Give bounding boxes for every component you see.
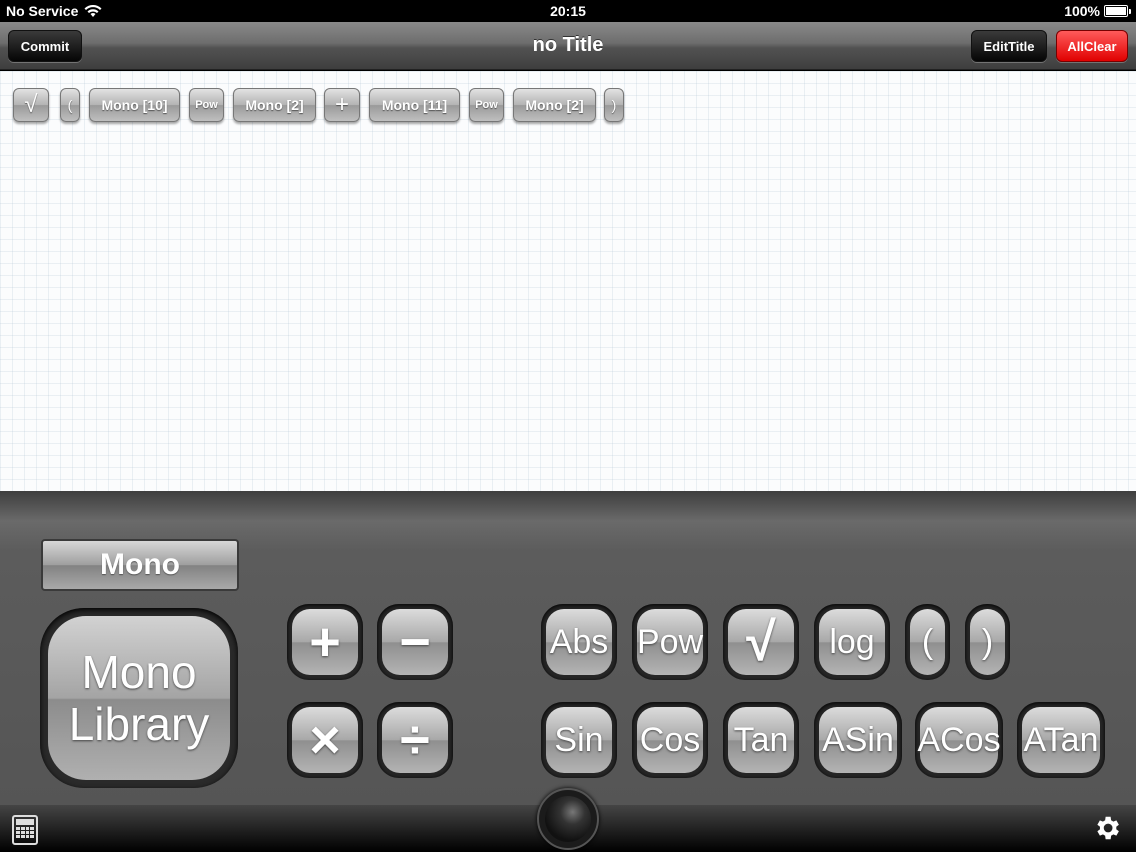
token-mono[interactable]: Mono [11] [369, 88, 460, 122]
token-sqrt[interactable]: √ [13, 88, 49, 122]
calculator-icon[interactable] [12, 815, 38, 845]
token-mono[interactable]: Mono [2] [233, 88, 316, 122]
mono-library-face: Mono Library [48, 616, 230, 780]
times-key[interactable]: × [287, 702, 363, 778]
abs-key-label: Abs [546, 609, 612, 675]
plus-key[interactable]: + [287, 604, 363, 680]
close-paren-key[interactable]: ) [965, 604, 1010, 680]
asin-key[interactable]: ASin [814, 702, 902, 778]
tan-key-label: Tan [728, 707, 794, 773]
mono-library-button[interactable]: Mono Library [40, 608, 238, 788]
all-clear-button[interactable]: AllClear [1056, 30, 1128, 62]
library-label-line1: Mono [81, 646, 197, 698]
mono-tab-button[interactable]: Mono [41, 539, 239, 591]
cos-key[interactable]: Cos [632, 702, 708, 778]
acos-key[interactable]: ACos [915, 702, 1003, 778]
open-paren-key-label: ( [910, 609, 945, 675]
expression-canvas[interactable]: √ ( Mono [10] Pow Mono [2] + Mono [11] P… [0, 71, 1136, 491]
asin-key-label: ASin [819, 707, 897, 773]
sin-key[interactable]: Sin [541, 702, 617, 778]
token-open-paren[interactable]: ( [60, 88, 80, 122]
close-paren-key-label: ) [970, 609, 1005, 675]
abs-key[interactable]: Abs [541, 604, 617, 680]
keyboard-panel: Mono Mono Library + − × ÷ Abs Pow √ log … [0, 491, 1136, 805]
open-paren-key[interactable]: ( [905, 604, 950, 680]
pow-key-label: Pow [637, 609, 703, 675]
token-pow[interactable]: Pow [469, 88, 504, 122]
log-key[interactable]: log [814, 604, 890, 680]
tan-key[interactable]: Tan [723, 702, 799, 778]
sin-key-label: Sin [546, 707, 612, 773]
divide-key[interactable]: ÷ [377, 702, 453, 778]
log-key-label: log [819, 609, 885, 675]
sqrt-key-label: √ [728, 609, 794, 675]
status-bar: No Service 20:15 100% [0, 0, 1136, 22]
token-mono[interactable]: Mono [2] [513, 88, 596, 122]
token-plus[interactable]: + [324, 88, 360, 122]
sqrt-key[interactable]: √ [723, 604, 799, 680]
plus-key-label: + [292, 609, 358, 675]
minus-key[interactable]: − [377, 604, 453, 680]
token-close-paren[interactable]: ) [604, 88, 624, 122]
cos-key-label: Cos [637, 707, 703, 773]
library-label-line2: Library [68, 698, 210, 750]
atan-key-label: ATan [1022, 707, 1100, 773]
pow-key[interactable]: Pow [632, 604, 708, 680]
token-pow[interactable]: Pow [189, 88, 224, 122]
token-mono[interactable]: Mono [10] [89, 88, 180, 122]
gear-icon[interactable] [1092, 813, 1122, 843]
minus-key-label: − [382, 609, 448, 675]
battery-group: 100% [1064, 3, 1131, 19]
edit-title-button[interactable]: EditTitle [971, 30, 1047, 62]
battery-icon [1104, 5, 1131, 17]
page-title: no Title [532, 34, 604, 56]
center-knob-button[interactable] [537, 788, 599, 850]
acos-key-label: ACos [917, 707, 1001, 773]
atan-key[interactable]: ATan [1017, 702, 1105, 778]
navigation-bar: Commit no Title EditTitle AllClear [0, 22, 1136, 70]
bottom-toolbar [0, 788, 1136, 852]
times-key-label: × [292, 707, 358, 773]
clock: 20:15 [550, 3, 586, 19]
divide-key-label: ÷ [382, 707, 448, 773]
battery-percent: 100% [1064, 3, 1100, 19]
